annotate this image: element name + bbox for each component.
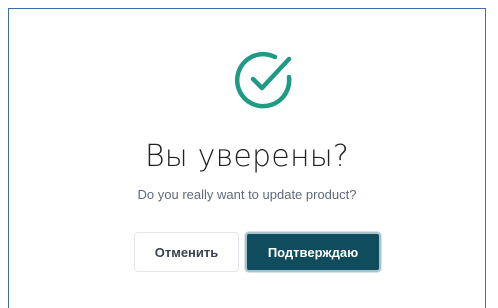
confirm-button-label: Подтверждаю: [267, 244, 359, 260]
dialog-message: Do you really want to update product?: [137, 187, 357, 202]
dialog-frame: Вы уверены? Do you really want to update…: [8, 8, 486, 308]
check-circle-icon: [231, 47, 297, 113]
cancel-button-label: Отменить: [154, 244, 219, 260]
cancel-button[interactable]: Отменить: [134, 232, 239, 272]
confirm-dialog: Вы уверены? Do you really want to update…: [9, 9, 485, 308]
confirm-button[interactable]: Подтверждаю: [245, 232, 381, 272]
dialog-title: Вы уверены?: [144, 139, 350, 174]
